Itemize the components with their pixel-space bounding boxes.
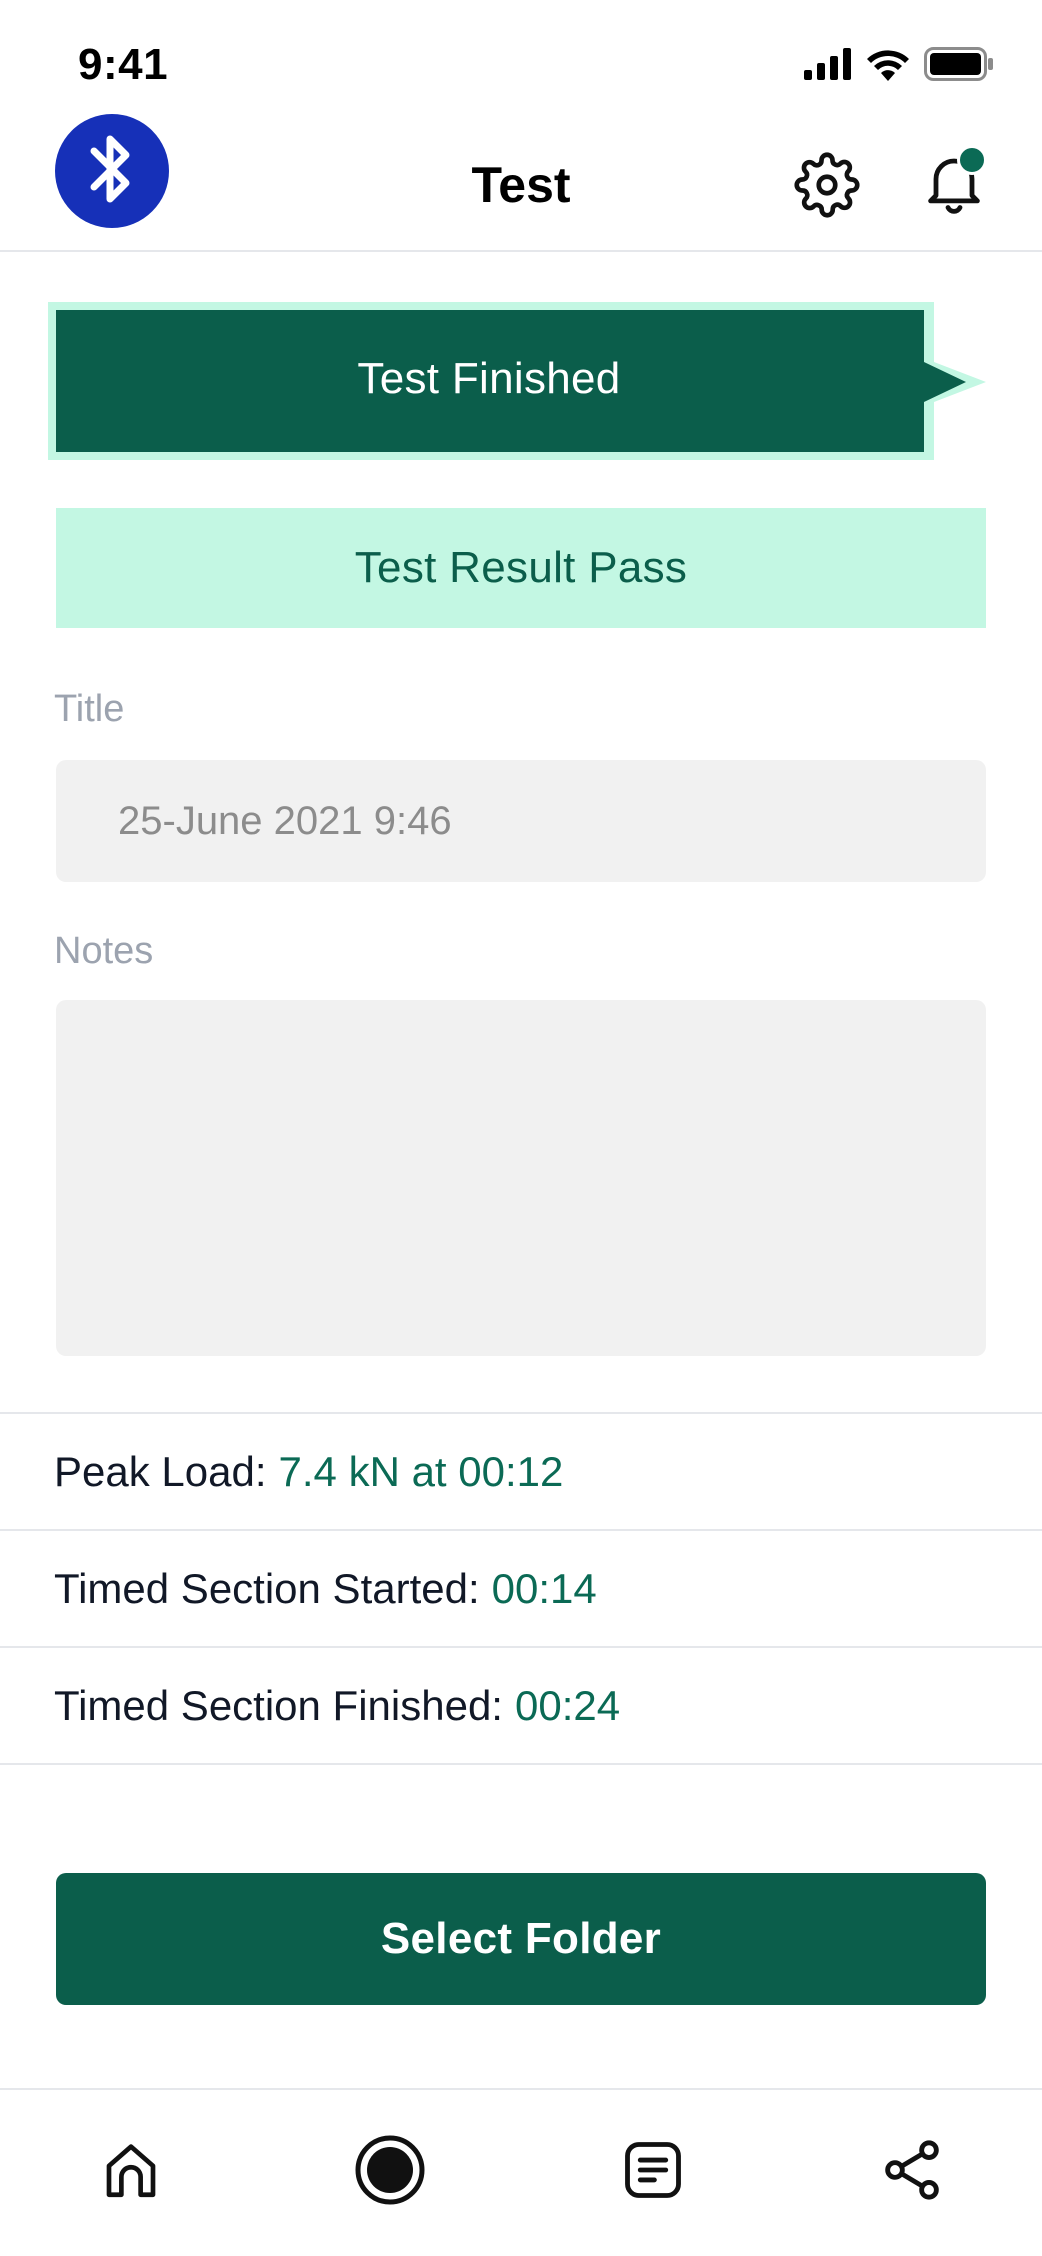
gear-icon xyxy=(794,152,860,222)
share-icon xyxy=(878,2136,946,2209)
wifi-icon xyxy=(866,47,910,86)
battery-icon xyxy=(924,46,994,86)
test-status-banner: Test Finished xyxy=(48,302,988,460)
tab-home[interactable] xyxy=(91,2132,171,2212)
bell-icon xyxy=(918,158,990,222)
settings-button[interactable] xyxy=(794,152,860,218)
tab-notes[interactable] xyxy=(613,2132,693,2212)
info-value: 00:14 xyxy=(491,1564,597,1612)
test-info-list: Peak Load: 7.4 kN at 00:12 Timed Section… xyxy=(0,1412,1042,1765)
test-result-banner: Test Result Pass xyxy=(56,508,986,628)
info-value: 7.4 kN at 00:12 xyxy=(278,1447,564,1495)
status-icons xyxy=(804,46,994,86)
info-label: Peak Load: xyxy=(54,1447,267,1495)
test-screen: 9:41 Test Test Finished Test Result Pass… xyxy=(0,0,1042,2256)
notes-input[interactable] xyxy=(56,1000,986,1356)
bottom-tab-bar xyxy=(0,2088,1042,2256)
info-label: Timed Section Finished: xyxy=(54,1681,503,1729)
tab-share[interactable] xyxy=(872,2132,952,2212)
info-row-timed-started: Timed Section Started: 00:14 xyxy=(0,1531,1042,1648)
app-header: Test xyxy=(0,100,1042,252)
info-label: Timed Section Started: xyxy=(54,1564,480,1612)
status-time: 9:41 xyxy=(78,40,169,89)
page-title: Test xyxy=(471,157,571,213)
record-icon xyxy=(354,2134,426,2211)
info-row-timed-finished: Timed Section Finished: 00:24 xyxy=(0,1648,1042,1765)
test-status-text: Test Finished xyxy=(357,354,621,403)
notes-icon xyxy=(619,2136,687,2209)
home-icon xyxy=(98,2137,164,2208)
notification-dot xyxy=(957,145,987,175)
info-row-peak-load: Peak Load: 7.4 kN at 00:12 xyxy=(0,1414,1042,1531)
select-folder-button[interactable]: Select Folder xyxy=(56,1873,986,2005)
tab-record[interactable] xyxy=(350,2132,430,2212)
info-value: 00:24 xyxy=(514,1681,621,1729)
title-input[interactable] xyxy=(56,760,986,882)
title-label: Title xyxy=(54,688,125,730)
cellular-signal-icon xyxy=(804,47,852,85)
notes-label: Notes xyxy=(54,930,154,972)
